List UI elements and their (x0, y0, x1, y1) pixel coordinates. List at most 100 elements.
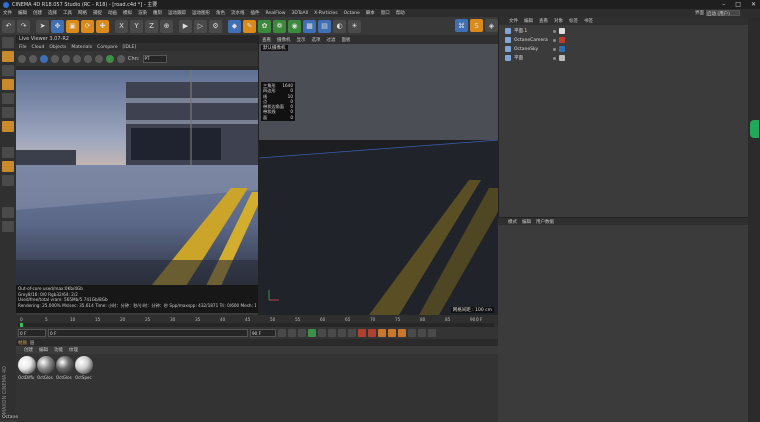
menu-3dtoall[interactable]: 3DToAll (291, 11, 308, 16)
gear-icon[interactable] (73, 54, 81, 63)
goto-end-icon[interactable] (338, 329, 346, 337)
grid-icon[interactable]: ▤ (318, 19, 331, 33)
floor-icon[interactable]: ▦ (303, 19, 316, 33)
obj-menu-view[interactable]: 查看 (539, 18, 548, 24)
current-frame-field[interactable]: 0 F (18, 329, 46, 337)
attr-menu-edit[interactable]: 编辑 (522, 219, 531, 225)
refresh-icon[interactable] (29, 54, 37, 63)
menu-edit[interactable]: 编辑 (18, 10, 27, 16)
menu-character[interactable]: 角色 (216, 10, 225, 16)
object-row[interactable]: OctaneSky (499, 45, 749, 53)
menu-mesh[interactable]: 网格 (78, 10, 87, 16)
camera-tag-icon[interactable] (559, 37, 565, 43)
settings-icon[interactable] (18, 54, 26, 63)
sphere-icon[interactable] (84, 54, 92, 63)
axis-mode-icon[interactable] (2, 147, 14, 158)
obj-menu-tags[interactable]: 标签 (569, 18, 578, 24)
pin-icon[interactable] (106, 54, 114, 63)
menu-plugins[interactable]: 插件 (251, 10, 260, 16)
menu-render[interactable]: 渲染 (138, 10, 147, 16)
lv-menu-compare[interactable]: Compare (97, 45, 117, 50)
material-swatch[interactable] (56, 356, 74, 374)
menu-create[interactable]: 创建 (33, 10, 42, 16)
object-row[interactable]: OctaneCamera (499, 36, 749, 44)
viewport-sky-area[interactable] (259, 44, 499, 140)
viewport-ground-area[interactable] (259, 140, 499, 315)
pen-icon[interactable]: ✎ (243, 19, 256, 33)
tweak-mode-icon[interactable] (2, 161, 14, 172)
select-arrow-icon[interactable]: ➤ (36, 19, 49, 33)
menu-simulate[interactable]: 模拟 (123, 10, 132, 16)
obj-menu-file[interactable]: 文件 (509, 18, 518, 24)
lv-menu-cloud[interactable]: Cloud (32, 45, 45, 50)
x-axis-icon[interactable]: X (115, 19, 128, 33)
lv-menu-materials[interactable]: Materials (71, 45, 92, 50)
render-settings-icon[interactable]: ⚙ (209, 19, 222, 33)
record-icon[interactable] (358, 329, 366, 337)
menu-help[interactable]: 帮助 (396, 10, 405, 16)
subdivide-icon[interactable]: ✿ (258, 19, 271, 33)
mat-menu-texture[interactable]: 纹理 (69, 347, 78, 353)
vp-menu-filter[interactable]: 过滤 (327, 37, 336, 43)
visibility-dot[interactable] (553, 47, 556, 51)
cube-icon[interactable]: ◆ (228, 19, 241, 33)
menu-select[interactable]: 选择 (48, 10, 57, 16)
model-mode-icon[interactable] (2, 51, 14, 62)
keyframe-rotation-icon[interactable] (398, 329, 406, 337)
object-row[interactable]: 平面 (499, 54, 749, 62)
texture-mode-icon[interactable] (2, 65, 14, 76)
octane-icon[interactable]: S (470, 19, 483, 32)
coordinate-icon[interactable]: ⊕ (160, 19, 173, 33)
close-button[interactable]: ✕ (751, 1, 756, 8)
vp-menu-display[interactable]: 显示 (297, 37, 306, 43)
menu-window[interactable]: 窗口 (381, 10, 390, 16)
stop-icon[interactable] (51, 54, 59, 63)
plus-icon[interactable]: ✚ (96, 19, 109, 33)
keyframe-position-icon[interactable] (378, 329, 386, 337)
material-tag-icon[interactable] (559, 55, 565, 61)
menu-motion-tracking[interactable]: 运动跟踪 (168, 10, 186, 16)
edges-mode-icon[interactable] (2, 107, 14, 118)
vp-menu-options[interactable]: 选项 (312, 37, 321, 43)
pause-icon[interactable] (40, 54, 48, 63)
environment-tag-icon[interactable] (559, 46, 565, 52)
material-tag-icon[interactable] (559, 28, 565, 34)
tab-layers[interactable]: 层 (30, 340, 35, 346)
vp-menu-panel[interactable]: 面板 (342, 37, 351, 43)
mat-menu-edit[interactable]: 编辑 (39, 347, 48, 353)
undo-icon[interactable]: ↶ (2, 19, 15, 33)
material-swatch[interactable] (18, 356, 36, 374)
lv-menu-file[interactable]: File (19, 45, 27, 50)
next-frame-icon[interactable] (318, 329, 326, 337)
side-panel-toggle-button[interactable] (750, 120, 759, 138)
material-swatch[interactable] (75, 356, 93, 374)
loop-icon[interactable] (348, 329, 356, 337)
python-icon[interactable]: ⌘ (455, 19, 468, 32)
render-view-icon[interactable]: ▷ (194, 19, 207, 33)
keyframe-param-icon[interactable] (408, 329, 416, 337)
keyframe-pla-icon[interactable] (418, 329, 426, 337)
z-axis-icon[interactable]: Z (145, 19, 158, 33)
workplane-icon[interactable] (2, 79, 14, 90)
keyframe-scale-icon[interactable] (388, 329, 396, 337)
render-preview[interactable] (16, 70, 258, 286)
menu-mograph[interactable]: 运动图形 (192, 10, 210, 16)
rotate-icon[interactable]: ⟳ (81, 19, 94, 33)
light-icon[interactable]: ☀ (348, 19, 361, 33)
mat-menu-create[interactable]: 创建 (24, 347, 33, 353)
attr-menu-mode[interactable]: 模式 (508, 219, 517, 225)
array-icon[interactable]: ❁ (273, 19, 286, 33)
clapboard-render-icon[interactable]: ▶ (179, 19, 192, 33)
autokey-icon[interactable] (368, 329, 376, 337)
menu-xparticles[interactable]: X-Particles (314, 11, 337, 16)
play-icon[interactable] (308, 329, 316, 337)
mat-menu-function[interactable]: 功能 (54, 347, 63, 353)
snap-icon[interactable] (2, 175, 14, 186)
region-icon[interactable] (62, 54, 70, 63)
vp-menu-view[interactable]: 查看 (262, 37, 271, 43)
menu-sculpt[interactable]: 雕刻 (153, 10, 162, 16)
menu-realflow[interactable]: RealFlow (266, 11, 286, 16)
plugin-icon[interactable]: ◈ (485, 19, 498, 32)
tab-materials[interactable]: 材质 (18, 340, 27, 346)
visibility-dot[interactable] (553, 56, 556, 60)
